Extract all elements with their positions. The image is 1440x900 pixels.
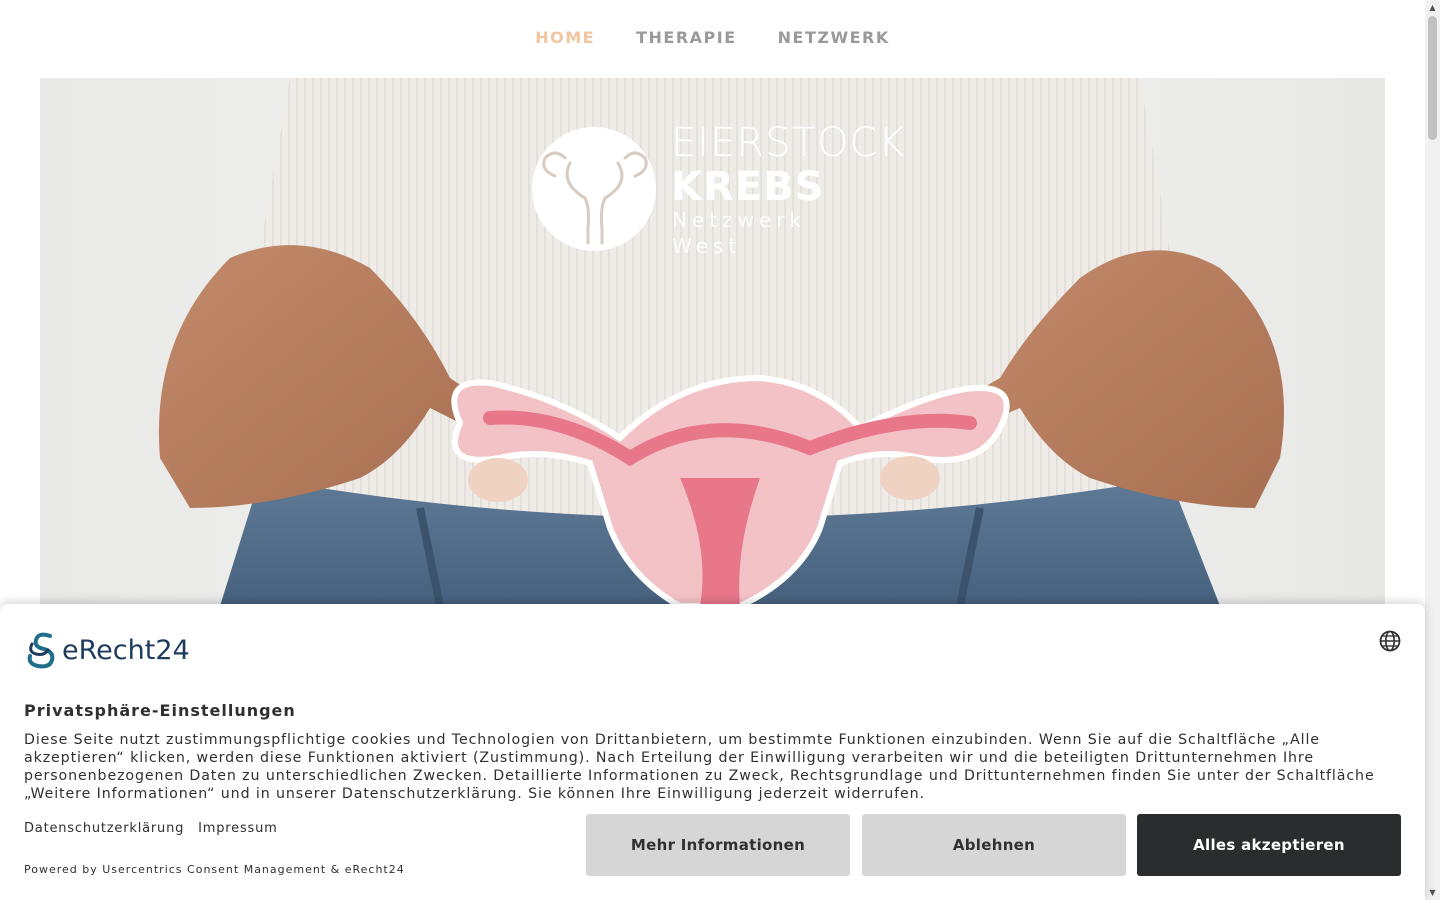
cookie-consent-banner: eRecht24 Privatsphäre-Einstellungen Dies… [0,604,1425,900]
scroll-up-icon[interactable]: ▲ [1425,0,1440,15]
logo-line-netzwerk: Netzwerk [672,208,807,232]
consent-links: Datenschutzerklärung Impressum [24,821,278,836]
accept-all-button[interactable]: Alles akzeptieren [1137,814,1401,876]
imprint-link[interactable]: Impressum [198,821,277,836]
scroll-thumb[interactable] [1428,16,1437,140]
privacy-policy-link[interactable]: Datenschutzerklärung [24,821,184,836]
nav-netzwerk[interactable]: NETZWERK [778,28,890,47]
page-scrollbar[interactable]: ▲ ▼ [1425,0,1440,900]
globe-icon[interactable] [1379,630,1401,652]
hero-image: EIERSTOCK KREBS Netzwerk West [40,78,1385,606]
erecht24-logo-icon [27,632,55,669]
brand-name: eRecht24 [62,634,190,666]
powered-by-text: Powered by Usercentrics Consent Manageme… [24,863,405,876]
scroll-down-icon[interactable]: ▼ [1425,885,1440,900]
consent-title: Privatsphäre-Einstellungen [24,701,296,720]
logo-line-west: West [672,234,742,258]
more-info-button[interactable]: Mehr Informationen [586,814,850,876]
deny-button[interactable]: Ablehnen [862,814,1126,876]
logo-emblem [532,127,656,251]
logo-line-krebs: KREBS [671,164,825,210]
nav-therapie[interactable]: THERAPIE [636,28,737,47]
nav-home[interactable]: HOME [535,28,595,47]
consent-description: Diese Seite nutzt zustimmungspflichtige … [24,732,1375,802]
main-navigation: HOME THERAPIE NETZWERK [0,0,1425,78]
logo-line-eierstock: EIERSTOCK [671,120,906,166]
brand-logo: eRecht24 [24,630,190,670]
